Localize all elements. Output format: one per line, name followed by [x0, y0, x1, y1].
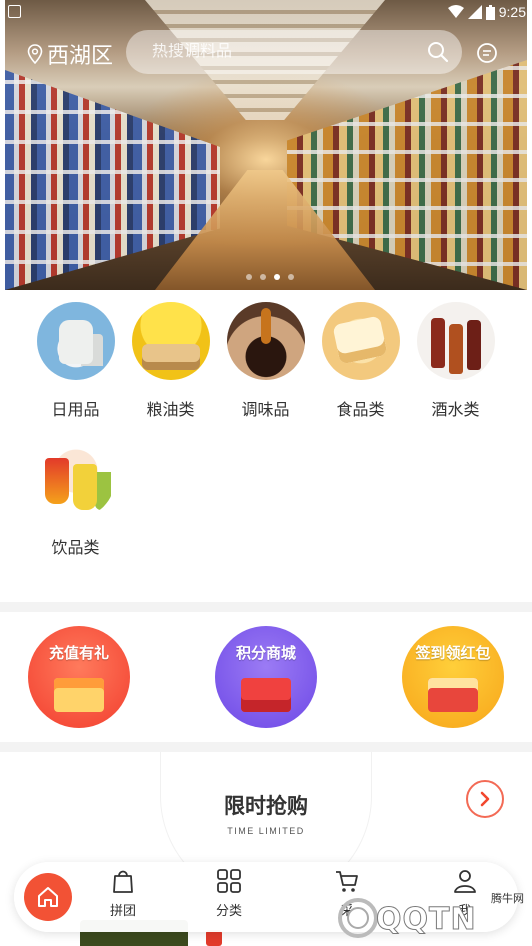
shopping-bag-icon	[113, 870, 133, 893]
watermark-brand: QQTN	[376, 902, 477, 938]
status-icons: 9:25	[447, 4, 526, 20]
calendar-gift-icon	[428, 678, 478, 712]
category-daily-goods[interactable]: 日用品	[28, 302, 123, 420]
category-label: 日用品	[51, 402, 100, 419]
watermark-site: 腾牛网	[491, 893, 524, 905]
nav-item-group-buy[interactable]: 拼团	[88, 868, 158, 919]
wifi-icon	[447, 5, 464, 18]
category-liquor[interactable]: 酒水类	[408, 302, 503, 420]
nav-label: 拼团	[109, 903, 136, 918]
location-pin-icon	[27, 44, 43, 64]
message-icon[interactable]	[476, 42, 498, 64]
gift-box-icon	[241, 678, 291, 712]
grain-oil-image	[131, 302, 210, 380]
grid-icon	[217, 869, 241, 893]
watermark-logo-icon	[338, 898, 378, 938]
carousel-dots	[246, 274, 294, 280]
liquor-image	[416, 302, 495, 380]
nav-home-button[interactable]	[24, 873, 72, 921]
carousel-dot[interactable]	[288, 274, 294, 280]
seasoning-image	[226, 302, 305, 380]
section-divider	[0, 602, 532, 612]
promo-title: 签到领红包	[415, 645, 491, 662]
product-card-peek[interactable]	[206, 930, 222, 946]
category-label: 粮油类	[146, 402, 195, 419]
carousel-dot[interactable]	[246, 274, 252, 280]
category-grain-oil[interactable]: 粮油类	[123, 302, 218, 420]
category-label: 饮品类	[51, 540, 100, 557]
category-food[interactable]: 食品类	[313, 302, 408, 420]
flash-sale-title: 限时抢购	[224, 795, 308, 818]
search-bar[interactable]	[126, 30, 462, 74]
gift-box-icon	[54, 678, 104, 712]
promo-checkin[interactable]: 签到领红包	[402, 626, 504, 728]
daily-goods-image	[36, 302, 115, 380]
promo-title: 积分商城	[235, 645, 296, 662]
promo-row: 充值有礼 积分商城 签到领红包	[0, 626, 532, 730]
watermark: QQTN 腾牛网	[318, 890, 532, 946]
nav-label: 分类	[215, 903, 242, 918]
notification-icon	[8, 5, 21, 18]
battery-icon	[485, 4, 495, 20]
signal-icon	[467, 5, 482, 19]
promo-points-mall[interactable]: 积分商城	[215, 626, 317, 728]
home-icon	[38, 887, 58, 907]
section-divider	[0, 742, 532, 752]
promo-title: 充值有礼	[48, 645, 109, 662]
promo-recharge[interactable]: 充值有礼	[28, 626, 130, 728]
carousel-dot[interactable]	[260, 274, 266, 280]
flash-sale-subtitle: TIME LIMITED	[227, 826, 305, 836]
carousel-dot-active[interactable]	[274, 274, 280, 280]
category-seasoning[interactable]: 调味品	[218, 302, 313, 420]
category-drinks[interactable]: 饮品类	[28, 440, 123, 558]
search-input[interactable]	[152, 43, 412, 61]
food-image	[321, 302, 400, 380]
location-label: 西湖区	[47, 43, 114, 68]
chevron-right-icon	[480, 791, 490, 807]
category-label: 食品类	[336, 402, 385, 419]
status-bar: 9:25	[0, 0, 532, 26]
drinks-image	[36, 440, 115, 518]
category-label: 调味品	[241, 402, 290, 419]
location-selector[interactable]: 西湖区	[27, 38, 113, 70]
category-grid: 日用品 粮油类 调味品 食品类 酒水类 饮品类	[28, 302, 508, 558]
nav-item-category[interactable]: 分类	[194, 868, 264, 919]
flash-sale-more-button[interactable]	[466, 780, 504, 818]
status-time: 9:25	[498, 4, 526, 20]
category-label: 酒水类	[431, 402, 480, 419]
search-icon[interactable]	[426, 40, 450, 64]
